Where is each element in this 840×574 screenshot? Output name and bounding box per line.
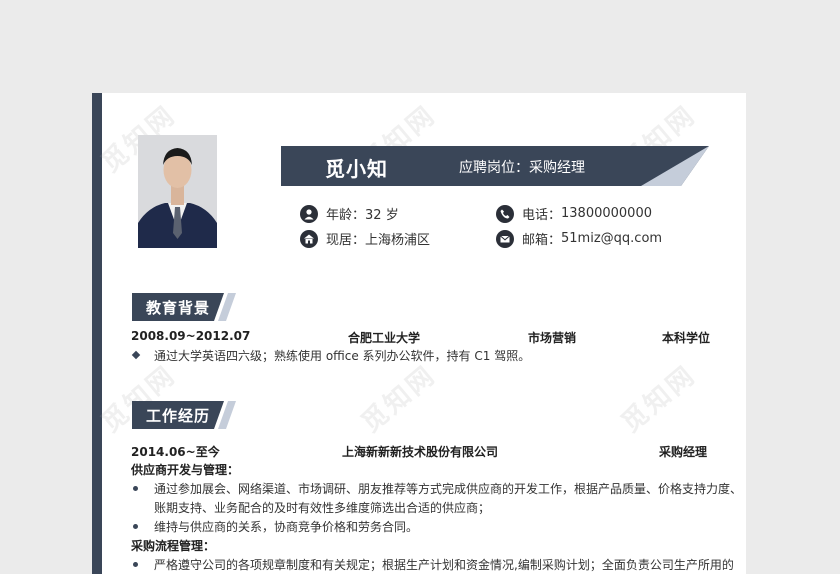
education-title: 教育背景 [146, 299, 211, 317]
work-item-continued: 账期支持、业务配合的及时有效性多维度筛选出合适的供应商； [154, 501, 491, 515]
work-period: 2014.06~至今 [131, 445, 220, 459]
mail-icon [496, 229, 514, 248]
residence-value: 上海杨浦区 [365, 233, 431, 248]
work-subheading: 供应商开发与管理： [131, 463, 240, 477]
accent-sidebar [92, 93, 102, 574]
watermark: 觅知网 [356, 359, 443, 439]
bullet-icon [133, 562, 138, 567]
home-icon [300, 229, 318, 248]
education-major: 市场营销 [528, 331, 577, 345]
education-section-header: 教育背景 [132, 293, 236, 321]
work-company: 上海新新新技术股份有限公司 [342, 445, 499, 459]
watermark: 觅知网 [616, 359, 703, 439]
work-position: 采购经理 [659, 445, 708, 459]
age-value: 32 岁 [365, 208, 399, 223]
phone-icon [496, 204, 514, 223]
job-label: 应聘岗位： [459, 160, 529, 176]
work-item: 维持与供应商的关系，协商竞争价格和劳务合同。 [154, 520, 419, 534]
education-note: 通过大学英语四六级；熟练使用 office 系列办公软件，持有 C1 驾照。 [154, 349, 531, 363]
phone-value: 13800000000 [561, 206, 652, 221]
email-row: 邮箱： 51miz@qq.com [496, 229, 662, 248]
resume-page: 觅知网 觅知网 觅知网 觅知网 觅知网 觅知网 觅小知 应聘岗位：采购经理 年 [92, 93, 746, 574]
job-target: 应聘岗位：采购经理 [459, 157, 585, 177]
work-subheading: 采购流程管理： [131, 539, 216, 553]
email-label: 邮箱： [522, 233, 562, 248]
education-degree: 本科学位 [662, 331, 711, 345]
work-item: 通过参加展会、网络渠道、市场调研、朋友推荐等方式完成供应商的开发工作，根据产品质… [154, 482, 743, 496]
age-row: 年龄： 32 岁 [300, 204, 399, 223]
education-school: 合肥工业大学 [348, 331, 421, 345]
bullet-icon [133, 524, 138, 529]
profile-photo [138, 135, 217, 248]
work-item: 严格遵守公司的各项规章制度和有关规定；根据生产计划和资金情况,编制采购计划；全面… [154, 558, 734, 572]
person-icon [300, 204, 318, 223]
residence-row: 现居： 上海杨浦区 [300, 229, 430, 248]
phone-row: 电话： 13800000000 [496, 204, 652, 223]
phone-label: 电话： [522, 208, 562, 223]
work-section-header: 工作经历 [132, 401, 236, 429]
residence-label: 现居： [326, 233, 366, 248]
diamond-bullet-icon [131, 350, 141, 360]
work-title: 工作经历 [146, 407, 211, 425]
age-label: 年龄： [326, 208, 366, 223]
name-banner: 觅小知 应聘岗位：采购经理 [281, 146, 709, 186]
email-value: 51miz@qq.com [561, 231, 663, 246]
candidate-name: 觅小知 [325, 157, 388, 181]
education-period: 2008.09~2012.07 [131, 329, 251, 343]
job-value: 采购经理 [529, 160, 585, 176]
bullet-icon [133, 486, 138, 491]
